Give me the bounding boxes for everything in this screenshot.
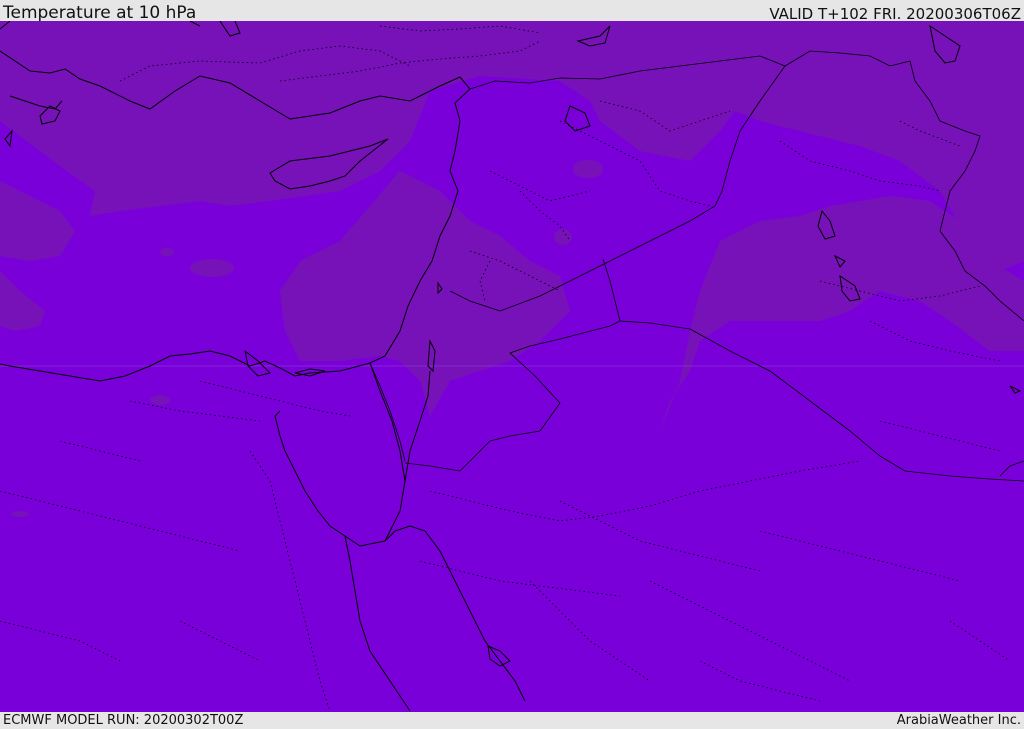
weather-map-figure: Temperature at 10 hPa VALID T+102 FRI. 2…: [0, 0, 1024, 729]
temperature-blob: [150, 395, 170, 405]
footer-bar: ECMWF MODEL RUN: 20200302T00Z ArabiaWeat…: [0, 712, 1024, 729]
title-bar: Temperature at 10 hPa VALID T+102 FRI. 2…: [0, 0, 1024, 23]
temperature-blob: [554, 229, 572, 245]
map-svg: [0, 21, 1024, 712]
map-panel[interactable]: [0, 21, 1024, 712]
map-title: Temperature at 10 hPa: [3, 3, 197, 23]
temperature-blob: [573, 160, 603, 178]
temperature-blob: [190, 259, 234, 277]
credit-label: ArabiaWeather Inc.: [896, 713, 1021, 728]
temperature-blob: [11, 511, 29, 517]
temperature-blob: [160, 248, 174, 256]
model-run-label: ECMWF MODEL RUN: 20200302T00Z: [3, 713, 244, 728]
